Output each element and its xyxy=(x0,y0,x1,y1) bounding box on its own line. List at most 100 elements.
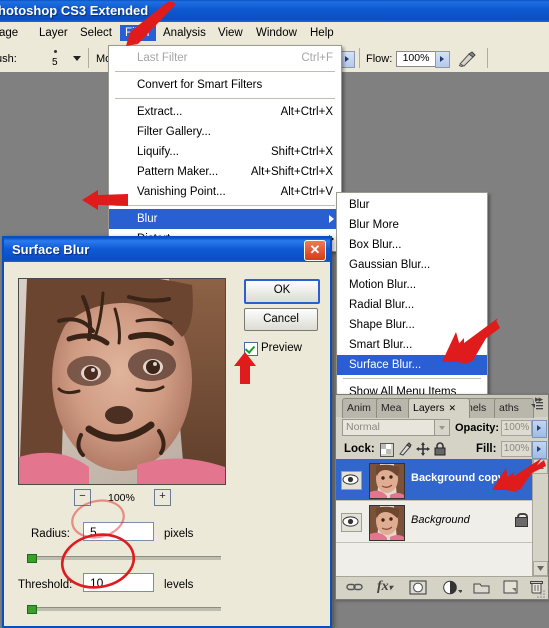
panel-menu-icon[interactable] xyxy=(530,401,544,415)
blur-menu-item-motion-blur[interactable]: Motion Blur... xyxy=(337,275,487,295)
scroll-up-button[interactable] xyxy=(533,459,548,474)
threshold-input[interactable]: 10 xyxy=(83,573,154,592)
panel-tab-aths[interactable]: aths xyxy=(494,398,534,418)
window-title-bar: hotoshop CS3 Extended xyxy=(0,0,549,23)
blur-menu-item-blur-more[interactable]: Blur More xyxy=(337,215,487,235)
radius-label: Radius: xyxy=(31,528,70,540)
menu-item-view[interactable]: View xyxy=(213,25,248,41)
flow-label: Flow: xyxy=(366,53,393,65)
window-title: hotoshop CS3 Extended xyxy=(0,3,149,18)
layer-locked-icon xyxy=(515,513,528,527)
filter-menu-item-extract[interactable]: Extract... Alt+Ctrl+X xyxy=(109,102,341,122)
zoom-in-button[interactable]: + xyxy=(154,489,171,506)
lock-all-icon[interactable] xyxy=(434,442,446,459)
menu-separator xyxy=(115,71,335,72)
blend-mode-select[interactable]: Normal xyxy=(342,419,450,436)
opacity-flyout-arrow[interactable] xyxy=(532,420,547,438)
brush-preset-preview[interactable]: 5 xyxy=(46,49,68,69)
menu-item-label: Extract... xyxy=(137,106,183,118)
menu-item-filter[interactable]: Filter xyxy=(120,25,156,41)
close-icon[interactable]: ✕ xyxy=(304,240,326,261)
menu-item-label: Blur xyxy=(349,199,370,211)
tab-close-icon[interactable]: ✕ xyxy=(449,403,457,413)
panel-tab-label: Anim xyxy=(347,402,371,414)
panel-resize-grip[interactable] xyxy=(537,589,545,598)
blur-menu-item-surface-blur[interactable]: Surface Blur... xyxy=(337,355,487,375)
menu-item-analysis[interactable]: Analysis xyxy=(158,25,211,41)
radius-slider-track[interactable] xyxy=(27,556,221,560)
eye-icon[interactable] xyxy=(341,513,362,532)
lock-transparent-icon[interactable] xyxy=(380,443,394,457)
layer-row[interactable]: Background xyxy=(336,501,548,543)
eye-icon[interactable] xyxy=(341,471,362,490)
airbrush-icon[interactable] xyxy=(457,50,477,68)
filter-menu-item-last-filter[interactable]: Last Filter Ctrl+F xyxy=(109,48,341,68)
layer-row[interactable]: Background copy xyxy=(336,459,548,501)
filter-menu-item-filter-gallery[interactable]: Filter Gallery... xyxy=(109,122,341,142)
layer-style-fx-icon[interactable]: fx▾ xyxy=(377,579,393,595)
chevron-down-icon[interactable] xyxy=(434,420,449,435)
dialog-title: Surface Blur xyxy=(12,242,90,257)
panel-tab-label: Mea xyxy=(381,402,402,414)
layer-thumbnail[interactable] xyxy=(369,463,405,499)
flow-value-field[interactable]: 100% xyxy=(396,51,436,67)
opacity-flyout-button[interactable] xyxy=(340,51,355,68)
brush-chevron-down-icon[interactable] xyxy=(73,56,81,61)
filter-dropdown-menu: Last Filter Ctrl+F Convert for Smart Filte… xyxy=(108,45,342,252)
blur-menu-item-shape-blur[interactable]: Shape Blur... xyxy=(337,315,487,335)
radius-input[interactable]: 5 xyxy=(83,522,154,541)
filter-menu-item-convert-for-smart-filters[interactable]: Convert for Smart Filters xyxy=(109,75,341,95)
menu-separator xyxy=(343,378,481,379)
layer-mask-icon[interactable] xyxy=(409,580,427,598)
scroll-down-button[interactable] xyxy=(533,561,548,576)
layer-thumbnail[interactable] xyxy=(369,505,405,541)
filter-menu-item-blur[interactable]: Blur xyxy=(109,209,341,229)
flow-flyout-button[interactable] xyxy=(435,51,450,68)
filter-menu-item-liquify[interactable]: Liquify... Shift+Ctrl+X xyxy=(109,142,341,162)
layers-panel: ▸▸ Anim Mea Layers ✕ nels aths Normal Opacity… xyxy=(335,394,549,600)
menu-item-layer[interactable]: Layer xyxy=(34,25,73,41)
radius-slider-thumb[interactable] xyxy=(26,549,38,563)
preview-checkbox[interactable] xyxy=(244,342,258,356)
menu-item-shortcut: Ctrl+F xyxy=(301,52,333,64)
ok-button[interactable]: OK xyxy=(244,279,320,304)
menu-separator xyxy=(115,98,335,99)
layers-scrollbar[interactable] xyxy=(532,459,548,576)
lock-image-icon[interactable] xyxy=(398,442,412,459)
zoom-level-label: 100% xyxy=(108,492,135,504)
cancel-button[interactable]: Cancel xyxy=(244,308,318,331)
blur-menu-item-box-blur[interactable]: Box Blur... xyxy=(337,235,487,255)
menu-item-label: Box Blur... xyxy=(349,239,402,251)
layer-list: Background copy Background xyxy=(336,459,548,576)
menu-item-label: Blur xyxy=(137,213,158,225)
fill-flyout-arrow[interactable] xyxy=(532,441,547,459)
options-divider xyxy=(88,48,89,68)
new-group-icon[interactable] xyxy=(473,581,490,597)
link-layers-icon[interactable] xyxy=(346,581,364,596)
menu-item-help[interactable]: Help xyxy=(305,25,339,41)
menu-item-window[interactable]: Window xyxy=(251,25,302,41)
filter-preview-image[interactable] xyxy=(18,278,226,485)
threshold-slider-track[interactable] xyxy=(27,607,221,611)
blur-menu-item-radial-blur[interactable]: Radial Blur... xyxy=(337,295,487,315)
menu-item-shortcut: Alt+Ctrl+V xyxy=(280,186,333,198)
panel-tab-layers[interactable]: Layers ✕ xyxy=(408,398,470,418)
blur-menu-item-gaussian-blur[interactable]: Gaussian Blur... xyxy=(337,255,487,275)
menu-item-age[interactable]: age xyxy=(0,25,23,41)
menu-item-label: Radial Blur... xyxy=(349,299,415,311)
zoom-out-button[interactable]: − xyxy=(74,489,91,506)
adjustment-layer-icon[interactable] xyxy=(442,580,463,598)
filter-menu-item-pattern-maker[interactable]: Pattern Maker... Alt+Shift+Ctrl+X xyxy=(109,162,341,182)
fill-value[interactable]: 100% xyxy=(501,441,532,457)
blur-menu-item-blur[interactable]: Blur xyxy=(337,195,487,215)
filter-menu-item-vanishing-point[interactable]: Vanishing Point... Alt+Ctrl+V xyxy=(109,182,341,202)
panel-tab-label: aths xyxy=(499,402,519,414)
blend-mode-value: Normal xyxy=(346,421,380,433)
threshold-slider-thumb[interactable] xyxy=(26,600,38,614)
menu-item-label: Motion Blur... xyxy=(349,279,417,291)
blur-menu-item-smart-blur[interactable]: Smart Blur... xyxy=(337,335,487,355)
opacity-value[interactable]: 100% xyxy=(501,420,532,436)
lock-position-icon[interactable] xyxy=(416,442,430,459)
menu-item-select[interactable]: Select xyxy=(75,25,117,41)
new-layer-icon[interactable] xyxy=(503,580,518,597)
